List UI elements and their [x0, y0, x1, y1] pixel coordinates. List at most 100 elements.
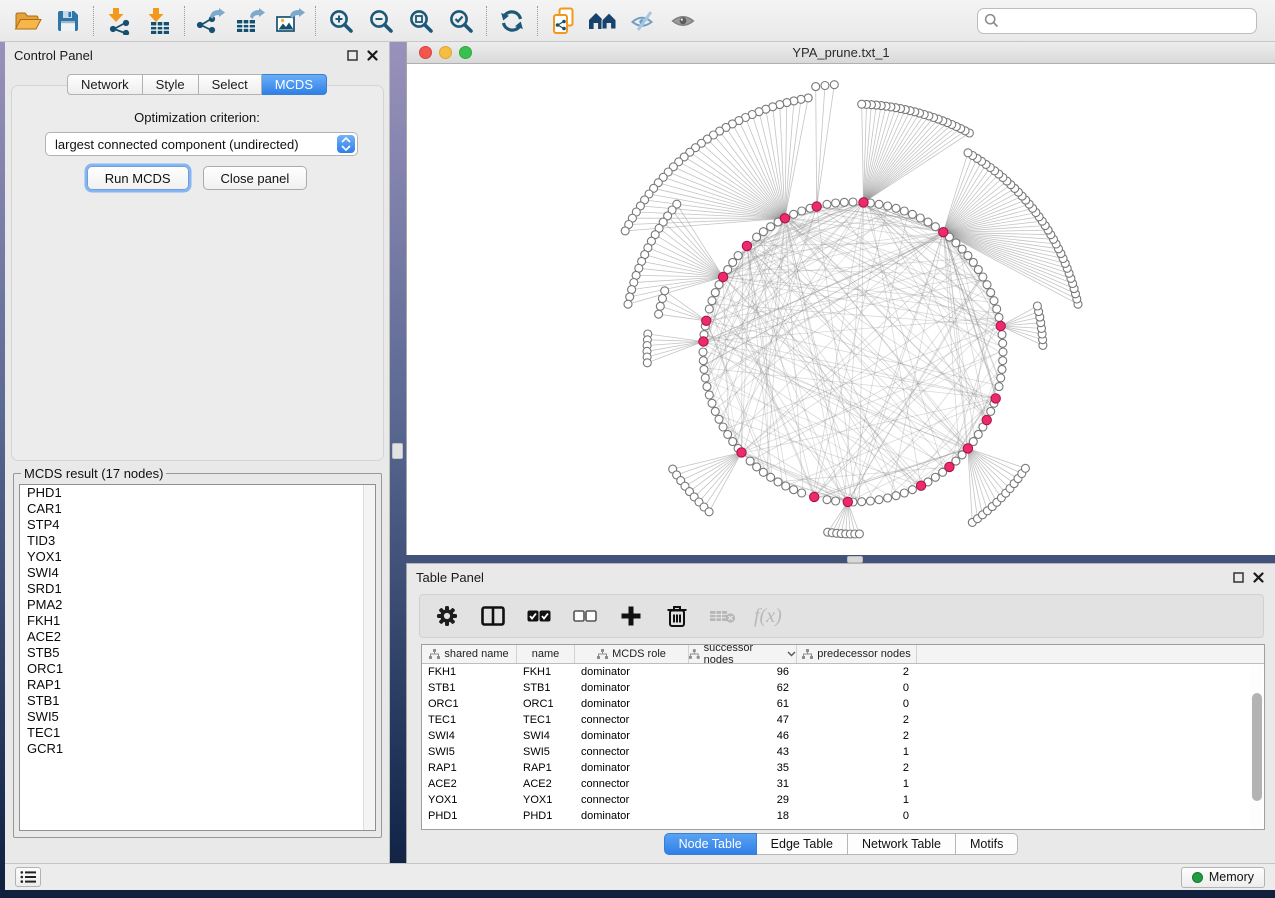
ring-node[interactable] [790, 486, 798, 494]
mcds-hub-node[interactable] [718, 272, 727, 281]
ring-node[interactable] [998, 365, 1006, 373]
leaf-node[interactable] [628, 286, 636, 294]
mcds-result-item[interactable]: SWI4 [20, 565, 375, 581]
table-row[interactable]: PHD1PHD1dominator180 [422, 808, 1264, 824]
column-header-shared-name[interactable]: shared name [422, 645, 517, 663]
ring-node[interactable] [974, 430, 982, 438]
leaf-node[interactable] [705, 508, 713, 516]
mcds-hub-node[interactable] [945, 462, 954, 471]
ring-node[interactable] [931, 223, 939, 231]
table-row[interactable]: ACE2ACE2connector311 [422, 776, 1264, 792]
leaf-node[interactable] [830, 81, 838, 89]
float-panel-icon[interactable] [1230, 569, 1246, 585]
table-row[interactable]: SWI4SWI4dominator462 [422, 728, 1264, 744]
table-row[interactable]: RAP1RAP1dominator352 [422, 760, 1264, 776]
mcds-hub-node[interactable] [991, 394, 1000, 403]
search-input[interactable] [999, 13, 1250, 28]
leaf-node[interactable] [661, 287, 669, 295]
close-panel-icon[interactable] [1250, 569, 1266, 585]
ring-node[interactable] [832, 199, 840, 207]
optimization-criterion-select[interactable]: largest connected component (undirected) [45, 132, 358, 156]
mcds-result-item[interactable]: SRD1 [20, 581, 375, 597]
ring-node[interactable] [705, 305, 713, 313]
ring-node[interactable] [969, 258, 977, 266]
show-panels-button[interactable] [15, 867, 41, 887]
memory-button[interactable]: Memory [1181, 867, 1265, 888]
float-panel-icon[interactable] [344, 47, 360, 63]
ring-node[interactable] [884, 202, 892, 210]
leaf-node[interactable] [656, 302, 664, 310]
column-header-successor-nodes[interactable]: successor nodes [689, 645, 797, 663]
table-row[interactable]: SWI5SWI5connector431 [422, 744, 1264, 760]
ring-node[interactable] [774, 478, 782, 486]
mcds-result-item[interactable]: TID3 [20, 533, 375, 549]
vertical-splitter-grip[interactable] [392, 443, 403, 459]
hide-details-button[interactable] [623, 4, 663, 38]
control-tab-network[interactable]: Network [67, 74, 143, 95]
mcds-result-item[interactable]: PMA2 [20, 597, 375, 613]
mcds-hub-node[interactable] [916, 481, 925, 490]
ring-node[interactable] [998, 331, 1006, 339]
ring-node[interactable] [719, 423, 727, 431]
table-row[interactable]: STB1STB1dominator620 [422, 680, 1264, 696]
ring-node[interactable] [798, 207, 806, 215]
ring-node[interactable] [900, 489, 908, 497]
ring-node[interactable] [900, 207, 908, 215]
ring-node[interactable] [979, 273, 987, 281]
ring-node[interactable] [958, 245, 966, 253]
ring-node[interactable] [711, 289, 719, 297]
table-row[interactable]: TEC1TEC1connector472 [422, 712, 1264, 728]
mcds-hub-node[interactable] [843, 497, 852, 506]
list-scrollbar[interactable] [363, 485, 375, 830]
open-file-button[interactable] [8, 4, 48, 38]
ring-node[interactable] [924, 218, 932, 226]
zoom-fit-button[interactable] [401, 4, 441, 38]
control-tab-style[interactable]: Style [143, 74, 199, 95]
ring-node[interactable] [892, 492, 900, 500]
mcds-result-item[interactable]: ORC1 [20, 661, 375, 677]
ring-node[interactable] [711, 407, 719, 415]
mcds-result-item[interactable]: RAP1 [20, 677, 375, 693]
horizontal-splitter-grip[interactable] [847, 556, 863, 563]
mcds-hub-node[interactable] [742, 241, 751, 250]
window-close-button[interactable] [419, 46, 432, 59]
ring-node[interactable] [875, 200, 883, 208]
mcds-hub-node[interactable] [780, 214, 789, 223]
ring-node[interactable] [892, 204, 900, 212]
ring-node[interactable] [995, 313, 1003, 321]
zoom-selected-button[interactable] [441, 4, 481, 38]
ring-node[interactable] [875, 496, 883, 504]
ring-node[interactable] [753, 233, 761, 241]
ring-node[interactable] [782, 482, 790, 490]
leaf-node[interactable] [643, 359, 651, 367]
table-settings-button[interactable] [432, 601, 462, 631]
ring-node[interactable] [993, 305, 1001, 313]
add-column-button[interactable] [616, 601, 646, 631]
table-tab-edge-table[interactable]: Edge Table [757, 833, 848, 855]
mcds-hub-node[interactable] [702, 316, 711, 325]
refresh-button[interactable] [492, 4, 532, 38]
leaf-node[interactable] [804, 94, 812, 102]
mcds-result-item[interactable]: SWI5 [20, 709, 375, 725]
ring-node[interactable] [729, 258, 737, 266]
mcds-result-item[interactable]: CAR1 [20, 501, 375, 517]
ring-node[interactable] [832, 497, 840, 505]
ring-node[interactable] [746, 457, 754, 465]
window-minimize-button[interactable] [439, 46, 452, 59]
ring-node[interactable] [987, 289, 995, 297]
leaf-node[interactable] [655, 310, 663, 318]
show-columns-button[interactable] [478, 601, 508, 631]
ring-node[interactable] [990, 297, 998, 305]
leaf-node[interactable] [624, 300, 632, 308]
mcds-hub-node[interactable] [810, 492, 819, 501]
control-tab-select[interactable]: Select [199, 74, 262, 95]
ring-node[interactable] [703, 383, 711, 391]
leaf-node[interactable] [858, 100, 866, 108]
ring-node[interactable] [849, 198, 857, 206]
leaf-node[interactable] [658, 295, 666, 303]
export-image-button[interactable] [270, 4, 310, 38]
ring-node[interactable] [699, 348, 707, 356]
ring-node[interactable] [729, 438, 737, 446]
deselect-all-button[interactable] [570, 601, 600, 631]
table-row[interactable]: ORC1ORC1dominator610 [422, 696, 1264, 712]
